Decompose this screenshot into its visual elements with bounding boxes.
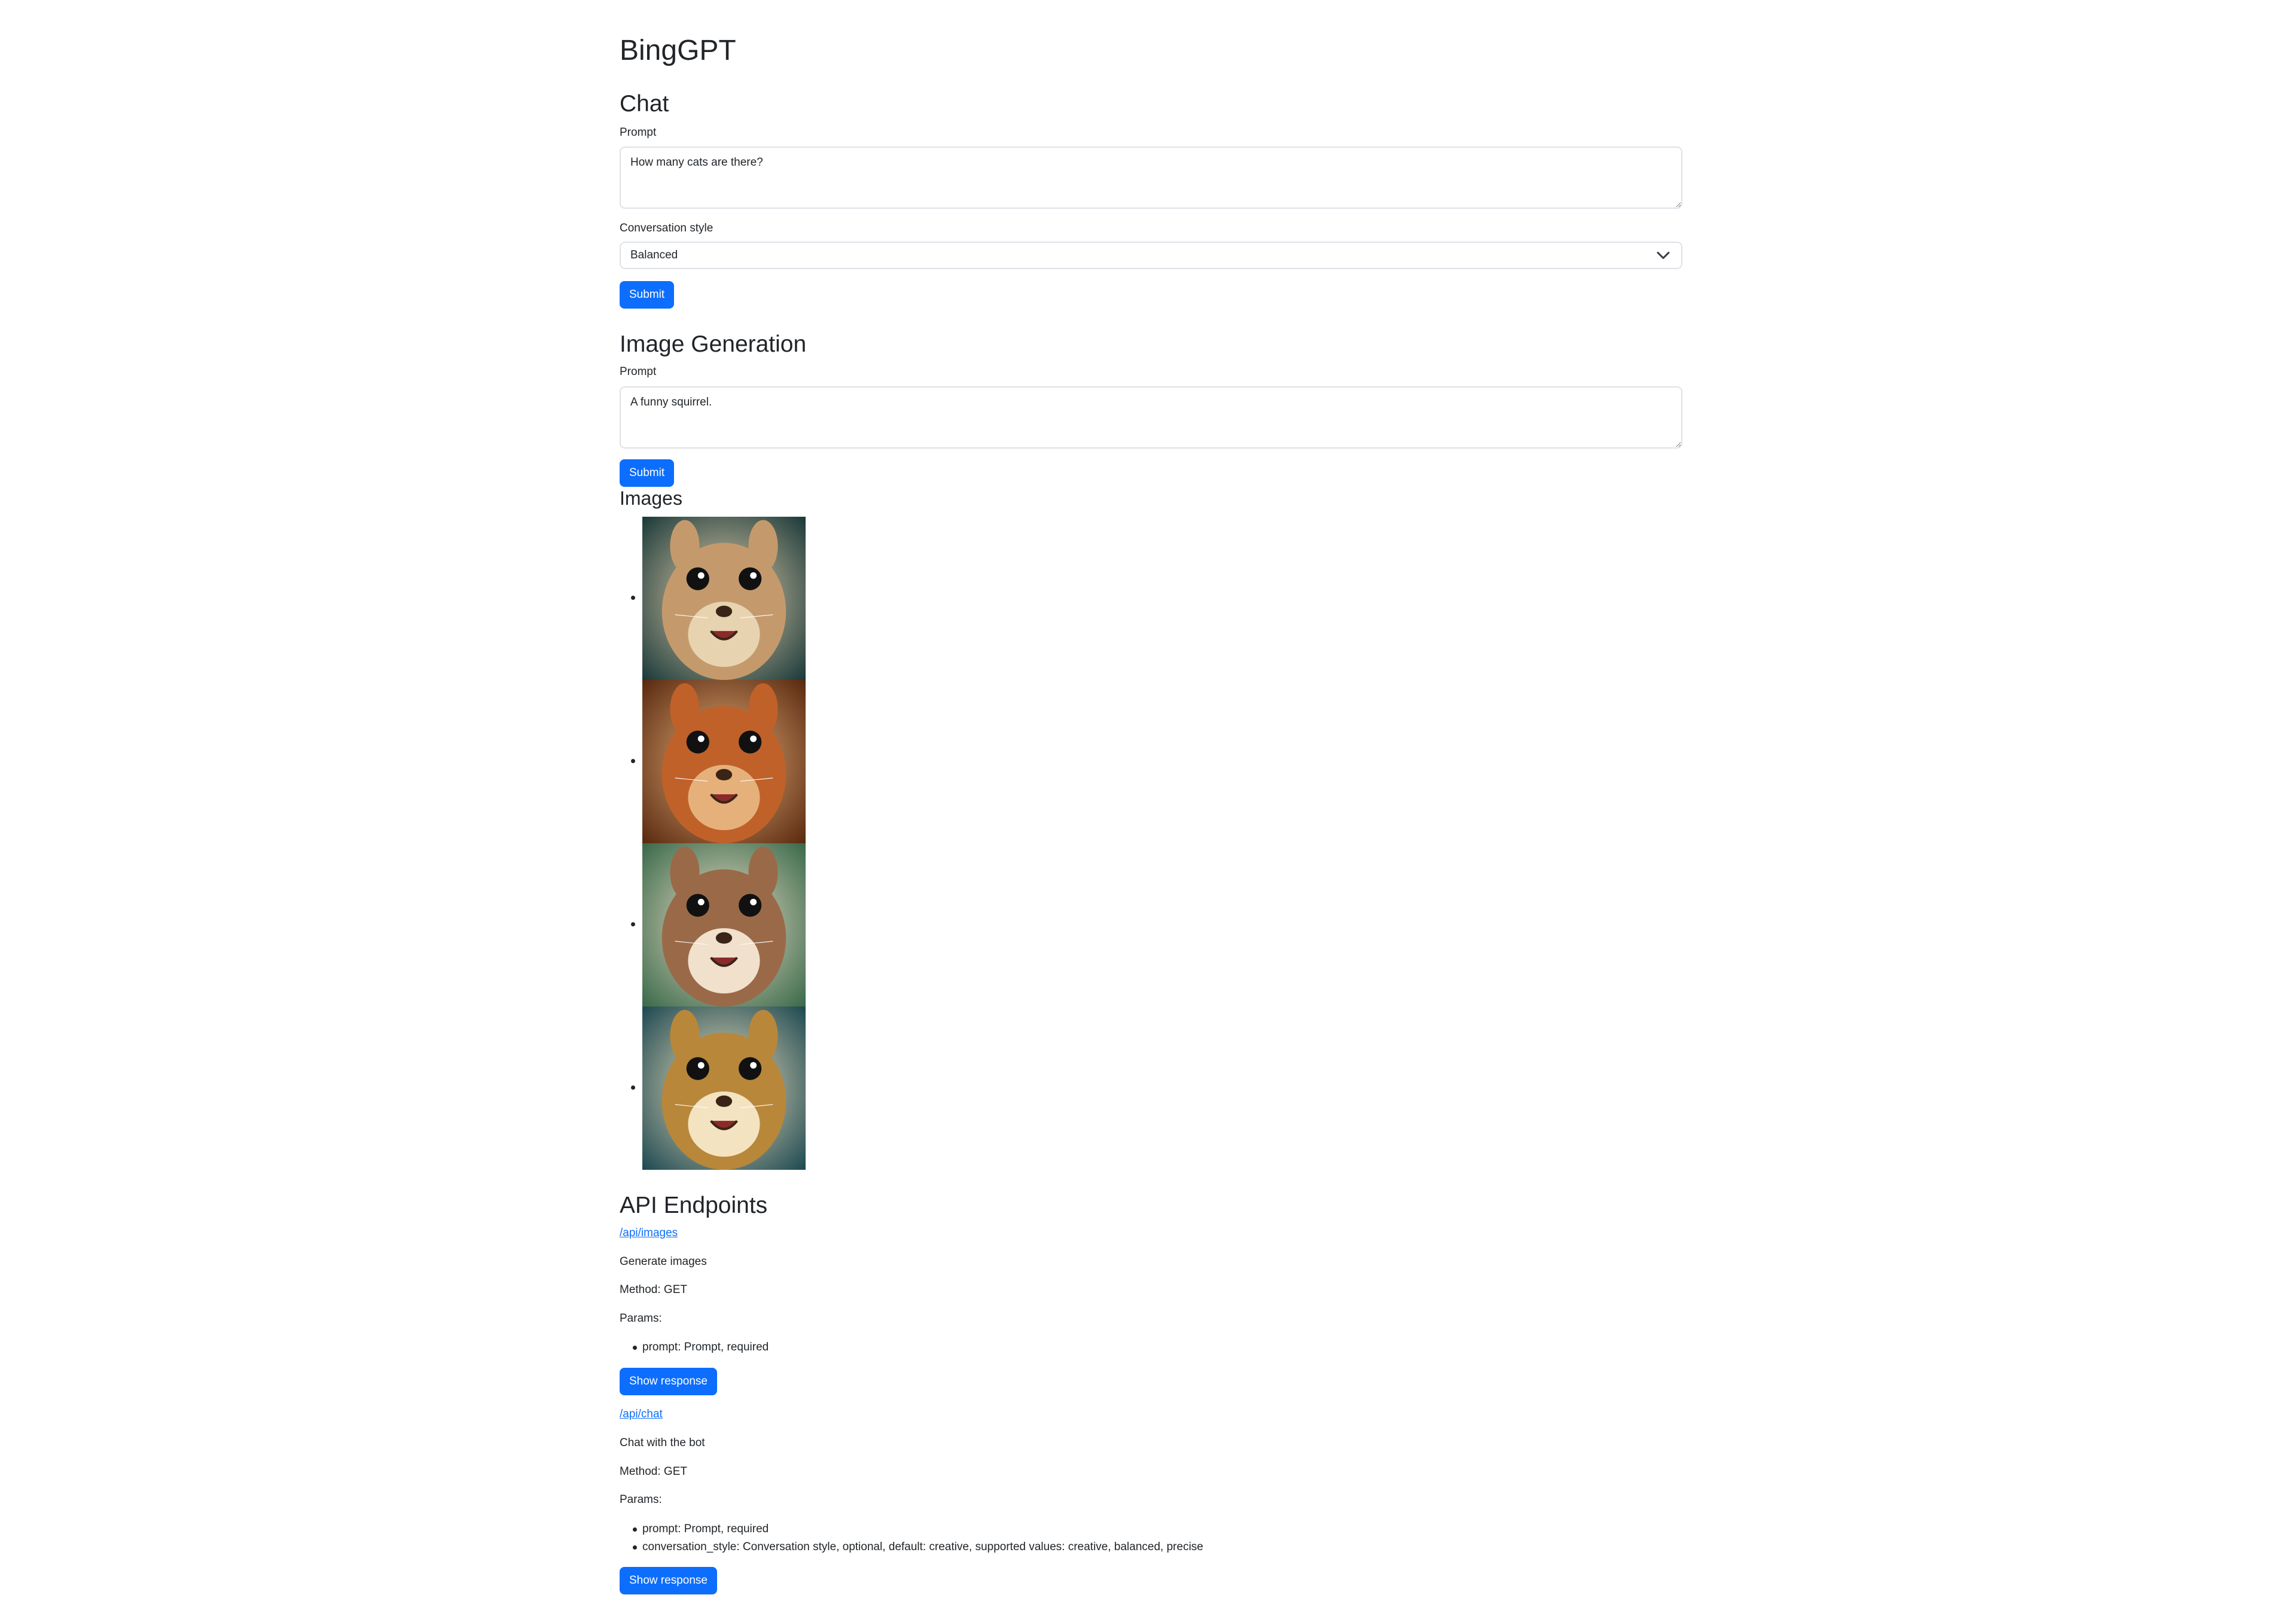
endpoint-method: Method: GET xyxy=(620,1283,687,1296)
endpoint-params-label: Params: xyxy=(620,1493,662,1506)
squirrel-image xyxy=(642,517,806,680)
endpoint-params-label: Params: xyxy=(620,1312,662,1325)
chat-prompt-label: Prompt xyxy=(620,126,657,139)
bullet-icon xyxy=(631,596,635,600)
image-list-item xyxy=(631,517,806,680)
endpoint-method: Method: GET xyxy=(620,1465,687,1478)
chat-prompt-input[interactable]: How many cats are there? xyxy=(620,147,1682,209)
chat-heading: Chat xyxy=(620,91,669,117)
endpoint-description: Generate images xyxy=(620,1255,707,1268)
list-item: conversation_style: Conversation style, … xyxy=(620,1538,1203,1556)
bullet-icon xyxy=(631,1085,635,1090)
conversation-style-value: Balanced xyxy=(630,249,678,261)
image-prompt-input[interactable]: A funny squirrel. xyxy=(620,386,1682,449)
show-response-button[interactable]: Show response xyxy=(620,1567,717,1594)
images-list xyxy=(620,517,806,1170)
endpoint-params-list: prompt: Prompt, required conversation_st… xyxy=(620,1520,1203,1556)
list-item: prompt: Prompt, required xyxy=(620,1520,1203,1538)
show-response-button[interactable]: Show response xyxy=(620,1368,717,1395)
conversation-style-label: Conversation style xyxy=(620,222,714,234)
chat-submit-button[interactable]: Submit xyxy=(620,281,675,309)
page-title: BingGPT xyxy=(620,35,736,66)
conversation-style-select[interactable]: Balanced xyxy=(620,242,1682,269)
endpoint-params-list: prompt: Prompt, required xyxy=(620,1338,769,1356)
endpoint-link-images[interactable]: /api/images xyxy=(620,1226,678,1240)
images-heading: Images xyxy=(620,487,682,509)
bullet-icon xyxy=(631,759,635,763)
squirrel-image xyxy=(642,843,806,1007)
squirrel-image xyxy=(642,680,806,843)
image-prompt-label: Prompt xyxy=(620,365,657,378)
image-list-item xyxy=(631,1007,806,1170)
image-generation-heading: Image Generation xyxy=(620,331,807,357)
image-list-item xyxy=(631,843,806,1007)
squirrel-image xyxy=(642,1007,806,1170)
endpoint-link-chat[interactable]: /api/chat xyxy=(620,1407,663,1422)
chevron-down-icon xyxy=(1657,252,1670,259)
bullet-icon xyxy=(631,922,635,926)
endpoint-description: Chat with the bot xyxy=(620,1437,705,1449)
image-list-item xyxy=(631,680,806,843)
list-item: prompt: Prompt, required xyxy=(620,1338,769,1356)
api-endpoints-heading: API Endpoints xyxy=(620,1193,768,1218)
image-submit-button[interactable]: Submit xyxy=(620,459,675,487)
